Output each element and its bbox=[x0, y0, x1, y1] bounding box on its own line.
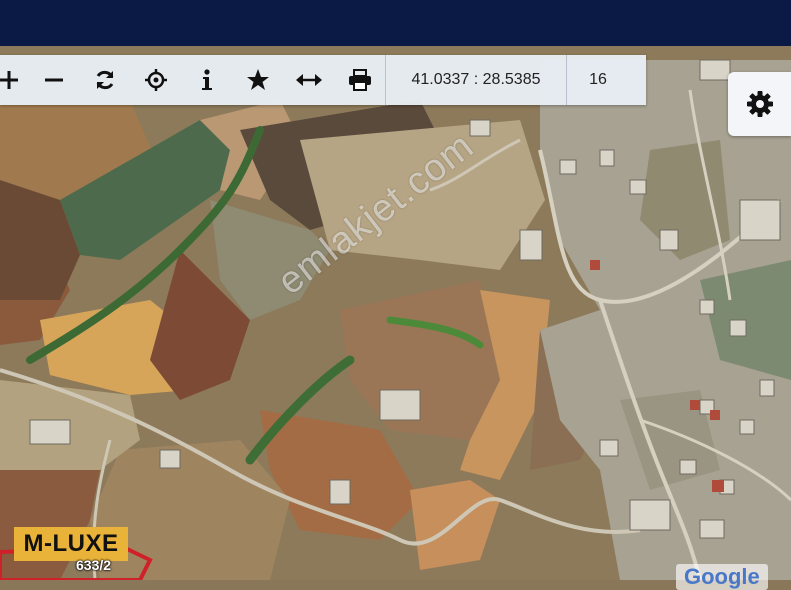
favorite-button[interactable] bbox=[232, 55, 283, 105]
gear-icon bbox=[746, 91, 773, 117]
arrows-horizontal-icon bbox=[295, 74, 322, 86]
coordinates-readout: 41.0337 : 28.5385 bbox=[411, 71, 541, 88]
star-icon bbox=[246, 69, 269, 90]
minus-icon bbox=[44, 78, 63, 82]
settings-button[interactable] bbox=[728, 72, 791, 136]
locate-button[interactable] bbox=[130, 55, 181, 105]
info-icon bbox=[201, 69, 212, 90]
info-button[interactable] bbox=[181, 55, 232, 105]
crosshair-icon bbox=[144, 69, 167, 91]
map-attribution: Google bbox=[676, 564, 768, 590]
map-toolbar: 41.0337 : 28.5385 16 bbox=[0, 55, 646, 105]
zoom-level-readout: 16 bbox=[589, 71, 607, 88]
satellite-imagery bbox=[0, 46, 791, 580]
zoom-out-button[interactable] bbox=[28, 55, 79, 105]
measure-button[interactable] bbox=[283, 55, 334, 105]
printer-icon bbox=[348, 69, 371, 91]
brand-badge: M-LUXE bbox=[14, 527, 128, 561]
top-banner bbox=[0, 0, 791, 46]
refresh-button[interactable] bbox=[79, 55, 130, 105]
refresh-icon bbox=[96, 70, 113, 90]
parcel-number-label: 633/2 bbox=[76, 557, 112, 573]
satellite-map[interactable] bbox=[0, 46, 791, 580]
zoom-in-button[interactable] bbox=[0, 55, 28, 105]
print-button[interactable] bbox=[334, 55, 385, 105]
plus-icon bbox=[0, 71, 18, 89]
